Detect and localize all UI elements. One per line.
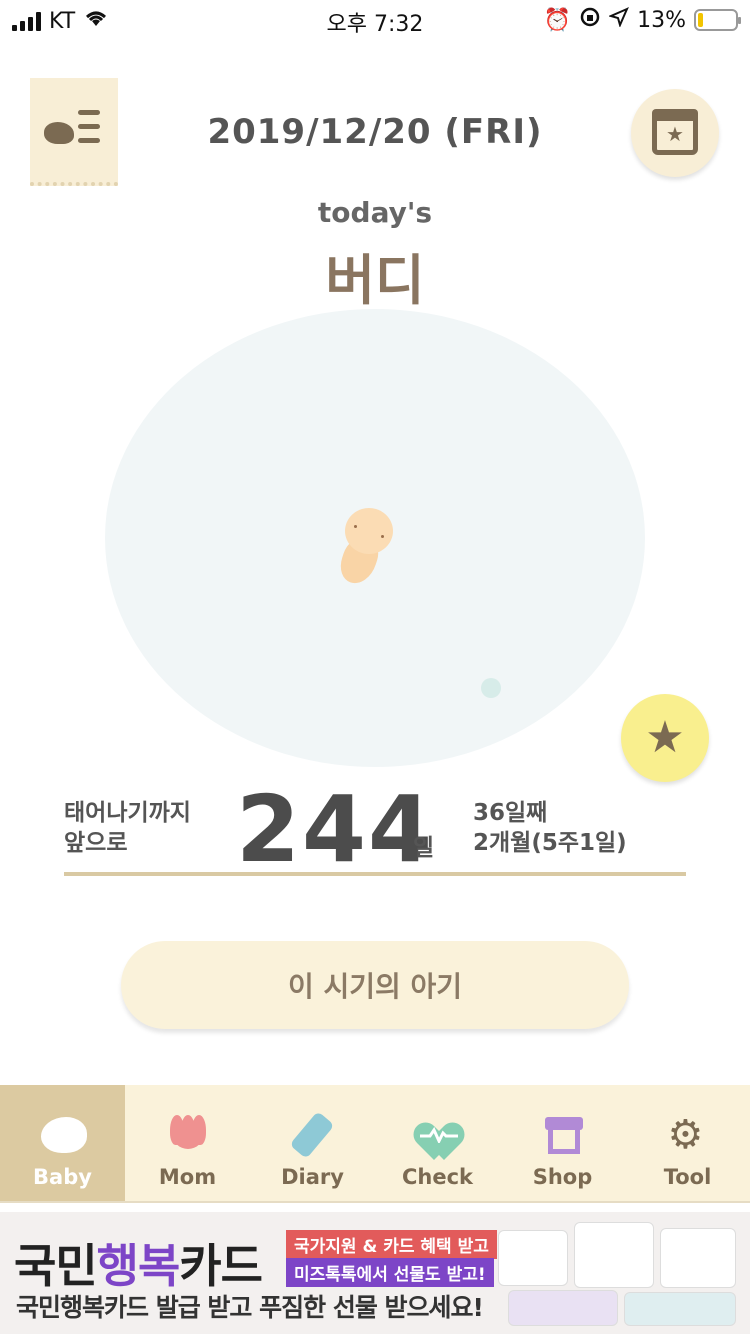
ad-title-accent: 행복: [96, 1239, 181, 1293]
ad-title-part2: 카드: [179, 1239, 263, 1293]
ad-product-box: [508, 1290, 618, 1326]
baby-name: 버디: [325, 249, 425, 312]
store-icon: [539, 1113, 587, 1159]
pencil-icon: [288, 1111, 337, 1159]
battery-percent: 13%: [637, 7, 686, 33]
ad-product-box: [624, 1292, 736, 1326]
alarm-icon: ⏰: [543, 7, 572, 33]
star-icon: ★: [645, 712, 685, 763]
pregnancy-progress: 36일째 2개월(5주1일): [473, 798, 627, 858]
ad-product-box: [574, 1222, 654, 1288]
bubble-decoration: [481, 678, 501, 698]
tab-label: Tool: [663, 1165, 712, 1189]
calendar-star-glyph: ★: [666, 122, 684, 146]
ad-banner[interactable]: 국민행복카드 국가지원 & 카드 혜택 받고 미즈톡톡에서 선물도 받고! 국민…: [0, 1212, 750, 1334]
ad-tag-gift: 미즈톡톡에서 선물도 받고!: [286, 1258, 494, 1287]
tab-shop[interactable]: Shop: [500, 1085, 625, 1201]
tab-baby[interactable]: Baby: [0, 1085, 125, 1201]
baby-this-period-button[interactable]: 이 시기의 아기: [121, 941, 629, 1029]
status-bar: KT 오후 7:32 ⏰ 13%: [0, 0, 750, 40]
ad-product-box: [498, 1230, 568, 1286]
orientation-lock-icon: [579, 6, 601, 34]
tab-label: Baby: [33, 1165, 92, 1189]
tab-mom[interactable]: Mom: [125, 1085, 250, 1201]
favorite-star-button[interactable]: ★: [621, 694, 709, 782]
tab-label: Check: [401, 1165, 474, 1189]
countdown-prefix: 태어나기까지 앞으로: [64, 798, 191, 858]
embryo-eye: [354, 525, 357, 528]
tulip-icon: [164, 1113, 212, 1159]
embryo-eye: [381, 535, 384, 538]
heart-pulse-icon: [408, 1113, 469, 1160]
days-unit: 일: [413, 835, 435, 861]
battery-icon: [694, 9, 741, 31]
ad-subtitle: 국민행복카드 발급 받고 푸짐한 선물 받으세요!: [16, 1293, 484, 1322]
gear-icon: ⚙: [667, 1112, 704, 1158]
calendar-button[interactable]: ★: [631, 89, 719, 177]
status-right: ⏰ 13%: [543, 6, 741, 34]
ad-tag-benefit: 국가지원 & 카드 혜택 받고: [286, 1230, 497, 1259]
ad-product-image: [478, 1216, 746, 1330]
ad-title: 국민행복카드: [14, 1230, 263, 1296]
calendar-star-icon: ★: [652, 109, 698, 155]
battery-fill: [698, 13, 703, 27]
ad-product-box: [660, 1228, 736, 1288]
today-label: today's: [317, 196, 433, 229]
tab-tool[interactable]: ⚙ Tool: [625, 1085, 750, 1201]
bird-icon: [39, 1113, 87, 1159]
embryo-head: [345, 508, 393, 554]
tab-bar: Baby Mom Diary Check Shop ⚙ Tool: [0, 1085, 750, 1203]
day-count: 36일째: [473, 800, 548, 826]
countdown-prefix-line2: 앞으로: [64, 830, 128, 856]
tab-label: Shop: [532, 1165, 593, 1189]
tab-diary[interactable]: Diary: [250, 1085, 375, 1201]
tab-label: Diary: [281, 1165, 344, 1189]
pregnancy-age: 2개월(5주1일): [473, 830, 627, 856]
days-remaining: 244: [236, 776, 435, 883]
divider-line: [64, 872, 686, 876]
tab-check[interactable]: Check: [375, 1085, 500, 1201]
tab-label: Mom: [158, 1165, 217, 1189]
ad-title-part1: 국민: [14, 1239, 98, 1293]
location-icon: [608, 7, 630, 33]
countdown-prefix-line1: 태어나기까지: [64, 800, 191, 826]
